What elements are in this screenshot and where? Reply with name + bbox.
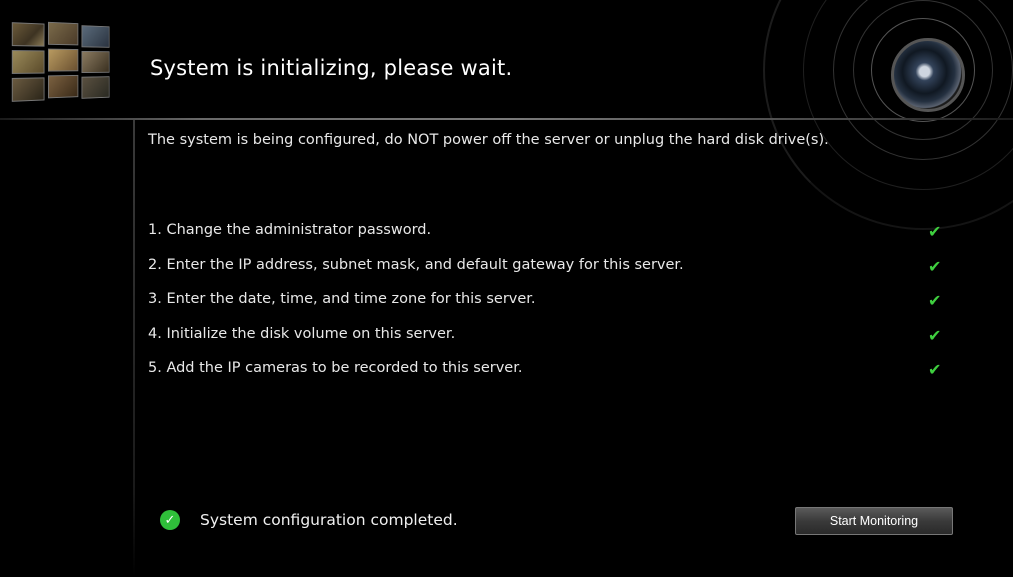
- sidebar-divider: [133, 120, 135, 577]
- step-label: 1. Change the administrator password.: [148, 222, 432, 238]
- checkmark-icon: ✔: [928, 360, 942, 379]
- checkmark-icon: ✔: [928, 256, 942, 276]
- list-item: 1. Change the administrator password. ✔: [148, 222, 958, 257]
- page-title: System is initializing, please wait.: [150, 56, 513, 80]
- setup-steps-list: 1. Change the administrator password. ✔ …: [148, 222, 958, 395]
- step-label: 3. Enter the date, time, and time zone f…: [148, 291, 536, 307]
- step-label: 2. Enter the IP address, subnet mask, an…: [148, 256, 684, 273]
- camera-lens-icon: [763, 0, 1013, 230]
- step-label: 5. Add the IP cameras to be recorded to …: [148, 360, 523, 376]
- start-monitoring-button[interactable]: Start Monitoring: [795, 507, 953, 535]
- status-text: System configuration completed.: [200, 511, 458, 529]
- step-label: 4. Initialize the disk volume on this se…: [148, 325, 456, 342]
- header-divider: [0, 118, 1013, 120]
- configuration-status: ✓ System configuration completed.: [160, 510, 458, 530]
- list-item: 2. Enter the IP address, subnet mask, an…: [148, 257, 958, 292]
- list-item: 3. Enter the date, time, and time zone f…: [148, 291, 958, 326]
- check-circle-icon: ✓: [160, 510, 180, 530]
- checkmark-icon: ✔: [928, 291, 942, 310]
- checkmark-icon: ✔: [928, 325, 942, 345]
- initialization-screen: System is initializing, please wait. The…: [0, 0, 1013, 577]
- list-item: 5. Add the IP cameras to be recorded to …: [148, 360, 958, 395]
- list-item: 4. Initialize the disk volume on this se…: [148, 326, 958, 361]
- checkmark-icon: ✔: [928, 222, 942, 241]
- camera-thumbnails-image: [8, 18, 116, 106]
- warning-message: The system is being configured, do NOT p…: [148, 132, 829, 148]
